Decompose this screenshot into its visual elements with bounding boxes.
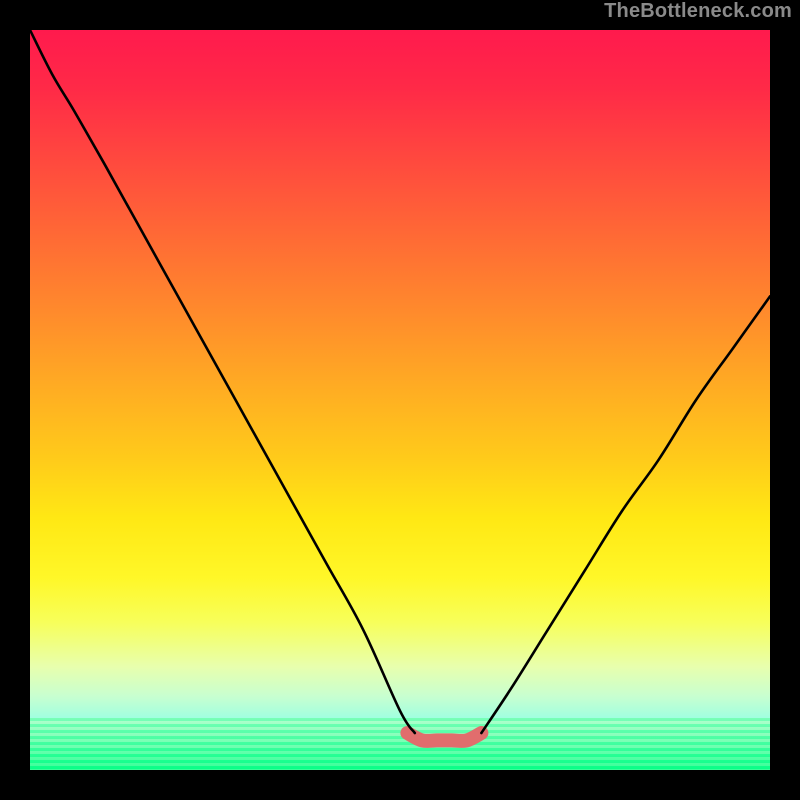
valley-highlight: [407, 733, 481, 741]
watermark-text: TheBottleneck.com: [604, 0, 792, 23]
right-branch-curve: [481, 296, 770, 733]
plot-area: [30, 30, 770, 770]
chart-frame: TheBottleneck.com: [0, 0, 800, 800]
curve-layer: [30, 30, 770, 770]
left-branch-curve: [30, 30, 415, 733]
